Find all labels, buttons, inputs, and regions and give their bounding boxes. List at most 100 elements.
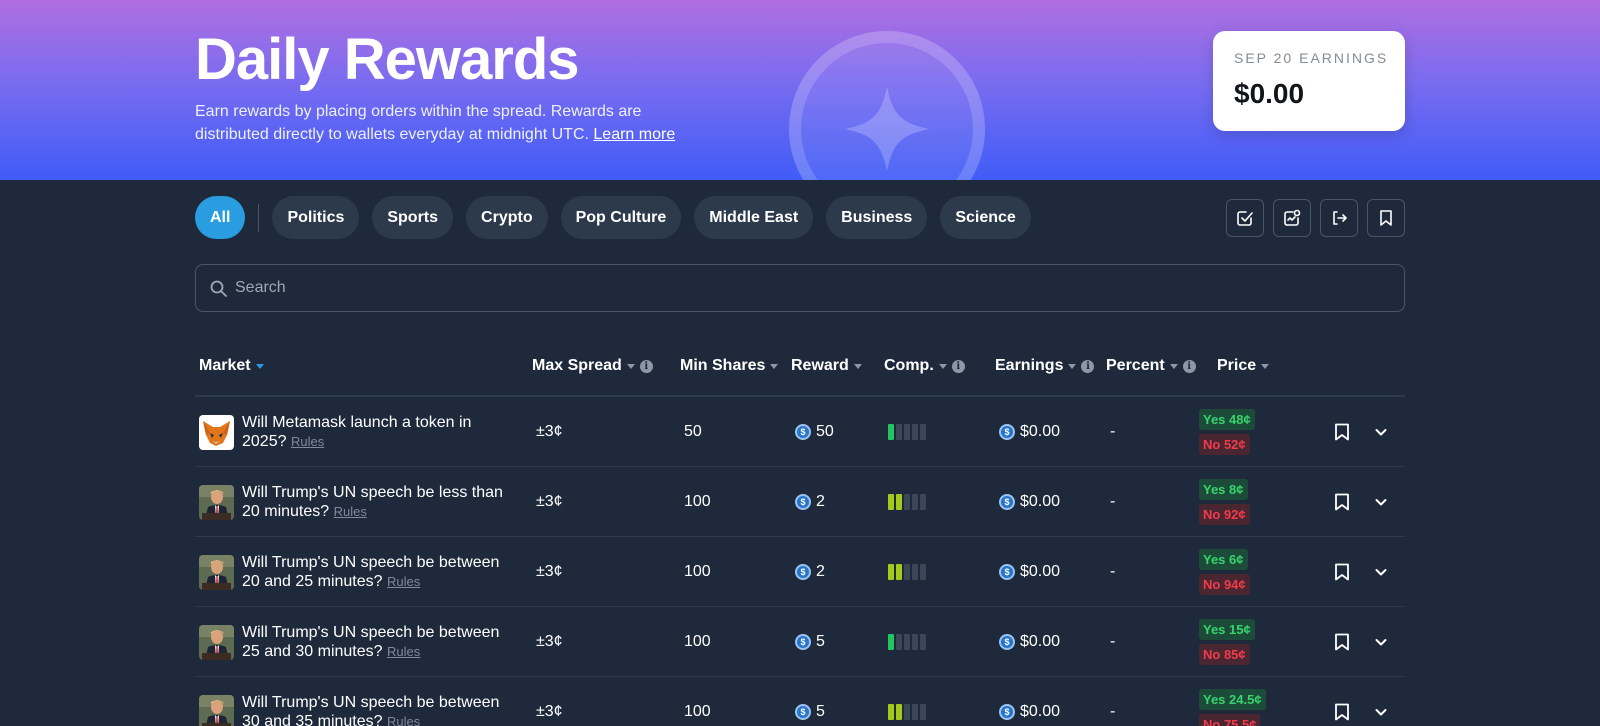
competition-bar	[896, 564, 902, 580]
min-shares-value: 100	[684, 633, 711, 650]
saved-markets-button[interactable]	[1367, 198, 1405, 237]
earnings-value: $0.00	[1020, 563, 1061, 580]
bookmark-button[interactable]	[1332, 702, 1352, 722]
filter-chip-all[interactable]: All	[195, 196, 246, 239]
yes-price-button[interactable]: Yes 48¢	[1199, 409, 1255, 430]
filter-chip-middle-east[interactable]: Middle East	[694, 196, 814, 239]
info-icon[interactable]: i	[1182, 359, 1196, 373]
yes-price-button[interactable]: Yes 24.5¢	[1199, 689, 1266, 710]
no-price-button[interactable]: No 92¢	[1199, 504, 1250, 525]
competition-bar	[912, 704, 918, 720]
column-min-shares[interactable]: Min Shares	[680, 357, 779, 375]
expand-button[interactable]	[1371, 632, 1391, 652]
no-price-button[interactable]: No 85¢	[1199, 644, 1250, 665]
trump-photo-icon	[199, 625, 234, 660]
percent-value: -	[1110, 423, 1116, 440]
competition-bar	[920, 704, 926, 720]
search-input[interactable]	[235, 279, 1404, 297]
competition-bar	[904, 564, 910, 580]
bookmark-button[interactable]	[1332, 562, 1352, 582]
hero-banner: Daily Rewards Earn rewards by placing or…	[0, 0, 1600, 180]
percent-value: -	[1110, 703, 1116, 720]
percent-value: -	[1110, 563, 1116, 580]
filter-chip-sports[interactable]: Sports	[372, 196, 454, 239]
column-price[interactable]: Price	[1217, 357, 1270, 375]
column-percent[interactable]: Percent i	[1106, 357, 1196, 375]
filter-chip-politics[interactable]: Politics	[272, 196, 360, 239]
column-reward[interactable]: Reward	[791, 357, 862, 375]
usdc-icon: $	[999, 564, 1015, 580]
exit-button[interactable]	[1320, 198, 1358, 237]
competition-bar	[920, 424, 926, 440]
market-name[interactable]: Will Trump's UN speech be between 25 and…	[242, 623, 512, 661]
market-table-body: Will Metamask launch a token in 2025? Ru…	[195, 397, 1405, 726]
rules-link[interactable]: Rules	[387, 714, 420, 726]
max-spread-value: ±3¢	[536, 563, 563, 580]
info-icon[interactable]: i	[639, 359, 653, 373]
column-market[interactable]: Market	[199, 357, 264, 375]
column-reward-label: Reward	[791, 357, 849, 374]
table-row[interactable]: Will Trump's UN speech be between 20 and…	[195, 537, 1405, 607]
info-icon[interactable]: i	[1081, 359, 1095, 373]
competition-bar	[912, 634, 918, 650]
checked-orders-button[interactable]	[1226, 198, 1264, 237]
no-price-button[interactable]: No 52¢	[1199, 434, 1250, 455]
usdc-icon: $	[795, 564, 811, 580]
table-header: Market Max Spread i Min Shares Reward Com…	[195, 335, 1405, 397]
price-cell: Yes 24.5¢ No 75.5¢	[1199, 677, 1266, 726]
usdc-icon: $	[999, 704, 1015, 720]
market-name[interactable]: Will Trump's UN speech be between 20 and…	[242, 553, 512, 591]
table-row[interactable]: Will Metamask launch a token in 2025? Ru…	[195, 397, 1405, 467]
column-max-spread[interactable]: Max Spread i	[532, 357, 653, 375]
filter-chip-science[interactable]: Science	[940, 196, 1031, 239]
table-row[interactable]: Will Trump's UN speech be between 25 and…	[195, 607, 1405, 677]
notification-icon	[1284, 209, 1301, 226]
market-name[interactable]: Will Trump's UN speech be between 30 and…	[242, 693, 512, 726]
earnings-value: $0.00	[1020, 493, 1061, 510]
chevron-down-icon	[1374, 565, 1388, 579]
search-bar	[195, 264, 1405, 312]
bookmark-button[interactable]	[1332, 492, 1352, 512]
competition-meter	[888, 677, 926, 726]
table-row[interactable]: Will Trump's UN speech be between 30 and…	[195, 677, 1405, 726]
info-icon[interactable]: i	[951, 359, 965, 373]
expand-button[interactable]	[1371, 562, 1391, 582]
yes-price-button[interactable]: Yes 15¢	[1199, 619, 1255, 640]
column-percent-label: Percent	[1106, 357, 1165, 374]
sort-icon	[626, 363, 635, 369]
column-earnings[interactable]: Earnings i	[995, 357, 1095, 375]
competition-bar	[888, 564, 894, 580]
competition-bar	[888, 494, 894, 510]
rules-link[interactable]: Rules	[291, 434, 324, 449]
expand-button[interactable]	[1371, 702, 1391, 722]
bookmark-button[interactable]	[1332, 632, 1352, 652]
column-comp[interactable]: Comp. i	[884, 357, 965, 375]
chip-divider	[258, 203, 260, 232]
rules-link[interactable]: Rules	[387, 574, 420, 589]
min-shares-value: 100	[684, 563, 711, 580]
earnings-cell: $ $0.00	[999, 397, 1060, 467]
rules-link[interactable]: Rules	[334, 504, 367, 519]
expand-button[interactable]	[1371, 492, 1391, 512]
no-price-button[interactable]: No 94¢	[1199, 574, 1250, 595]
price-cell: Yes 48¢ No 52¢	[1199, 397, 1255, 467]
usdc-icon: $	[795, 634, 811, 650]
bookmark-button[interactable]	[1332, 422, 1352, 442]
no-price-button[interactable]: No 75.5¢	[1199, 714, 1261, 726]
yes-price-button[interactable]: Yes 8¢	[1199, 479, 1248, 500]
notifications-button[interactable]	[1273, 198, 1311, 237]
sort-icon	[1169, 363, 1178, 369]
table-row[interactable]: Will Trump's UN speech be less than 20 m…	[195, 467, 1405, 537]
market-question: Will Metamask launch a token in 2025?	[242, 414, 472, 450]
learn-more-link[interactable]: Learn more	[593, 126, 675, 143]
filter-chip-business[interactable]: Business	[826, 196, 928, 239]
yes-price-button[interactable]: Yes 6¢	[1199, 549, 1248, 570]
market-name[interactable]: Will Trump's UN speech be less than 20 m…	[242, 483, 512, 521]
min-shares-value: 100	[684, 493, 711, 510]
filter-chip-pop-culture[interactable]: Pop Culture	[560, 196, 682, 239]
rules-link[interactable]: Rules	[387, 644, 420, 659]
expand-button[interactable]	[1371, 422, 1391, 442]
max-spread-value: ±3¢	[536, 703, 563, 720]
market-name[interactable]: Will Metamask launch a token in 2025? Ru…	[242, 413, 512, 451]
filter-chip-crypto[interactable]: Crypto	[466, 196, 548, 239]
